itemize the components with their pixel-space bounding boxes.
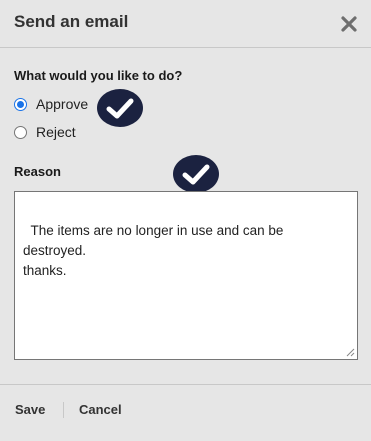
radio-reject-button[interactable] <box>14 125 27 139</box>
reason-text: The items are no longer in use and can b… <box>23 223 284 278</box>
button-divider <box>63 402 64 418</box>
action-question: What would you like to do? <box>14 68 183 83</box>
reason-label: Reason <box>14 164 61 179</box>
cancel-button[interactable]: Cancel <box>79 402 122 417</box>
close-icon[interactable] <box>340 15 358 33</box>
checkmark-badge-icon <box>97 89 143 127</box>
radio-approve[interactable]: Approve <box>14 95 88 113</box>
dialog-footer: Save Cancel <box>0 384 371 441</box>
radio-reject-label[interactable]: Reject <box>36 124 76 140</box>
radio-reject[interactable]: Reject <box>14 123 76 141</box>
checkmark-badge-icon <box>173 155 219 193</box>
resize-grip-icon[interactable] <box>346 348 355 357</box>
save-button[interactable]: Save <box>15 402 45 417</box>
radio-approve-button[interactable] <box>14 97 27 111</box>
radio-approve-label[interactable]: Approve <box>36 96 88 112</box>
reason-textarea[interactable]: The items are no longer in use and can b… <box>14 191 358 360</box>
dialog-title: Send an email <box>14 12 129 31</box>
dialog-header: Send an email <box>0 0 371 48</box>
